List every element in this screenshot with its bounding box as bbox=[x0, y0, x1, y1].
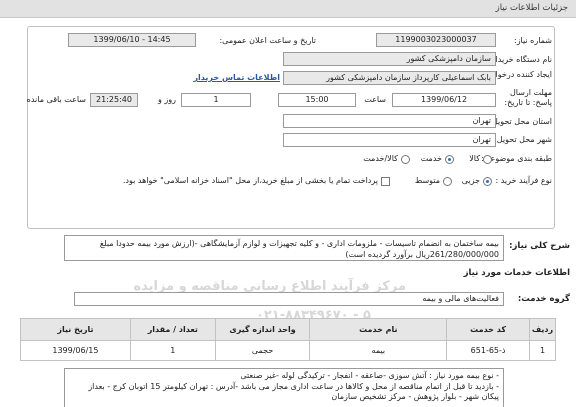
need-number-field: 1199003023000037 bbox=[376, 33, 496, 47]
category-goods-service-radio[interactable] bbox=[401, 155, 410, 164]
remaining-label: ساعت باقی مانده bbox=[26, 95, 86, 104]
services-table: ردیف کد خدمت نام خدمت واحد اندازه گیری ت… bbox=[20, 318, 556, 361]
deadline-label: مهلت ارسال پاسخ: تا تاریخ: bbox=[504, 88, 552, 107]
page-title-bar: جزئیات اطلاعات نیاز bbox=[0, 0, 576, 18]
announce-datetime-field: 1399/06/10 - 14:45 bbox=[68, 33, 196, 47]
city-label: شهر محل تحویل: bbox=[494, 135, 552, 144]
deadline-date-field: 1399/06/12 bbox=[392, 93, 496, 107]
treasury-payment-note: پرداخت تمام یا بخشی از مبلغ خرید،از محل … bbox=[122, 176, 378, 185]
column-header: تاریخ نیاز bbox=[20, 318, 131, 341]
table-cell: حجمی bbox=[214, 340, 311, 361]
treasury-payment-checkbox[interactable] bbox=[381, 177, 390, 186]
column-header: کد خدمت bbox=[446, 318, 531, 341]
column-header: نام خدمت bbox=[309, 318, 448, 341]
service-group-label: گروه خدمت: bbox=[517, 294, 570, 304]
buyer-org-label: نام دستگاه خریدار: bbox=[489, 55, 552, 64]
process-partial-label: جزیی bbox=[461, 176, 480, 185]
days-field: 1 bbox=[181, 93, 251, 107]
page-title: جزئیات اطلاعات نیاز bbox=[495, 3, 568, 13]
province-field: تهران bbox=[283, 114, 496, 128]
service-group-field: فعالیت‌های مالی و بیمه bbox=[74, 292, 504, 306]
remaining-time-field: 21:25:40 bbox=[90, 93, 138, 107]
column-header: واحد اندازه گیری bbox=[214, 318, 311, 341]
buyer-org-field: سازمان دامپزشکی کشور bbox=[283, 52, 496, 66]
process-type-label: نوع فرآیند خرید : bbox=[495, 176, 552, 185]
category-goods-label: کالا bbox=[469, 154, 480, 163]
category-service-label: خدمت bbox=[420, 154, 442, 163]
category-service-radio[interactable] bbox=[445, 155, 454, 164]
general-description-field: بیمه ساختمان به انضمام تاسیسات - ملزومات… bbox=[64, 235, 504, 261]
general-description-label: شرح کلی نیاز: bbox=[509, 241, 570, 251]
category-goods-service-label: کالا/خدمت bbox=[363, 154, 398, 163]
process-partial-radio[interactable] bbox=[483, 177, 492, 186]
table-cell: 1399/06/15 bbox=[20, 340, 131, 361]
city-field: تهران bbox=[283, 133, 496, 147]
days-label: روز و bbox=[158, 95, 176, 104]
process-medium-radio[interactable] bbox=[443, 177, 452, 186]
column-header: ردیف bbox=[529, 318, 556, 341]
need-number-label: شماره نیاز: bbox=[514, 36, 552, 45]
table-cell: ذ-65-651 bbox=[446, 340, 531, 361]
announce-datetime-label: تاریخ و ساعت اعلان عمومی: bbox=[219, 36, 316, 45]
deadline-time-label: ساعت bbox=[364, 95, 386, 104]
buyer-notes-field: - نوع بیمه مورد نیاز : آتش سوزی -صاعقه -… bbox=[64, 368, 504, 407]
category-goods-radio[interactable] bbox=[483, 155, 492, 164]
province-label: استان محل تحویل: bbox=[489, 117, 552, 126]
table-cell: 1 bbox=[529, 340, 556, 361]
deadline-time-field: 15:00 bbox=[278, 93, 356, 107]
table-cell: بیمه bbox=[309, 340, 448, 361]
table-header-row: ردیف کد خدمت نام خدمت واحد اندازه گیری ت… bbox=[20, 318, 556, 341]
column-header: تعداد / مقدار bbox=[129, 318, 216, 341]
buyer-contact-link[interactable]: اطلاعات تماس خریدار bbox=[193, 73, 280, 82]
table-row: 1 ذ-65-651 بیمه حجمی 1 1399/06/15 bbox=[20, 340, 556, 361]
creator-field: بابک اسماعیلی کارپرداز سازمان دامپزشکی ک… bbox=[283, 71, 496, 85]
process-medium-label: متوسط bbox=[414, 176, 440, 185]
services-info-heading: اطلاعات خدمات مورد نیاز bbox=[463, 268, 570, 278]
table-cell: 1 bbox=[129, 340, 216, 361]
